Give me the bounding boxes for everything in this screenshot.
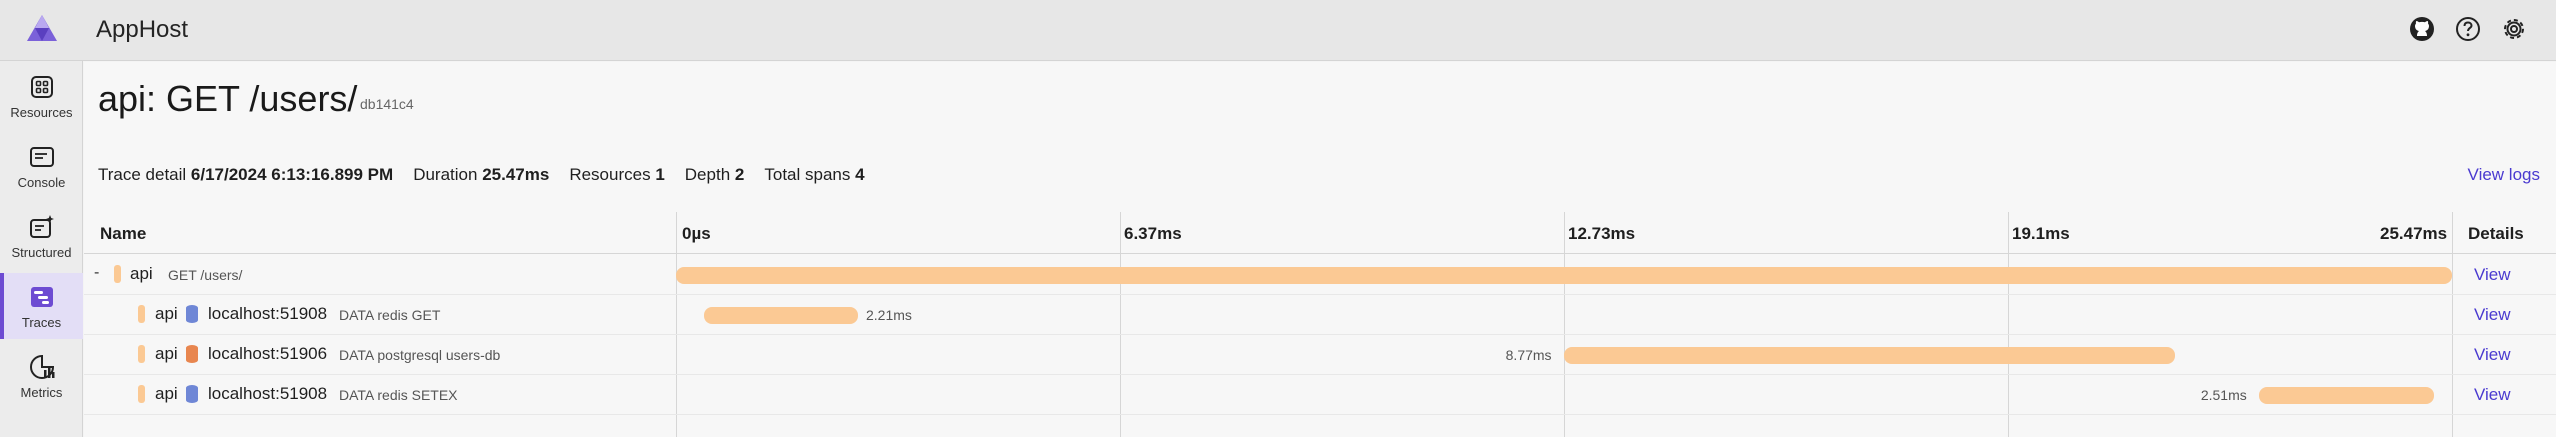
redis-database-icon — [186, 385, 198, 403]
trace-detail-value: 6/17/2024 6:13:16.899 PM — [190, 165, 394, 184]
nav-item-console[interactable]: Console — [0, 133, 83, 199]
postgresql-database-icon — [186, 345, 198, 363]
span-duration-label: 8.77ms — [1505, 347, 1552, 363]
app-title[interactable]: AppHost — [96, 16, 188, 44]
summary-depth: Depth 2 — [685, 165, 745, 185]
view-span-button[interactable]: View — [2474, 265, 2511, 285]
nav-item-metrics[interactable]: Metrics — [0, 343, 83, 409]
span-service: api — [155, 344, 178, 363]
resource-color-swatch — [138, 305, 145, 323]
trace-id: db141c4 — [360, 96, 414, 112]
spans-grid: Name 0µs 6.37ms 12.73ms 19.1ms 25.47ms D… — [84, 212, 2556, 437]
summary-trace-detail: Trace detail 6/17/2024 6:13:16.899 PM — [98, 165, 393, 185]
span-bar[interactable] — [2258, 387, 2434, 404]
span-description: GET /users/ — [168, 267, 243, 283]
traces-icon — [30, 287, 53, 307]
summary-resources: Resources 1 — [569, 165, 664, 185]
duration-label: Duration — [413, 165, 478, 184]
resource-color-swatch — [114, 265, 121, 283]
depth-value: 2 — [734, 165, 745, 184]
tick-label: 0µs — [682, 224, 711, 243]
span-duration-label: 2.21ms — [865, 307, 912, 323]
resources-value: 1 — [655, 165, 665, 184]
trace-summary: Trace detail 6/17/2024 6:13:16.899 PM Du… — [98, 165, 865, 185]
summary-duration: Duration 25.47ms — [413, 165, 549, 185]
total-spans-value: 4 — [855, 165, 865, 184]
view-span-button[interactable]: View — [2474, 385, 2511, 405]
page-title: api: GET /users/ — [98, 78, 358, 119]
grid-header: Name 0µs 6.37ms 12.73ms 19.1ms 25.47ms D… — [84, 212, 2556, 254]
collapse-toggle[interactable]: - — [94, 264, 99, 282]
github-icon[interactable] — [2408, 15, 2436, 43]
console-icon — [29, 147, 54, 167]
view-span-button[interactable]: View — [2474, 345, 2511, 365]
summary-total-spans: Total spans 4 — [764, 165, 864, 185]
span-peer: localhost:51908 — [208, 384, 328, 403]
nav-label-structured: Structured — [11, 245, 72, 260]
tick-label: 25.47ms — [2380, 224, 2448, 243]
nav-item-structured[interactable]: Structured — [0, 203, 83, 269]
span-row[interactable]: api localhost:51908 DATA redis GET 2.21m… — [84, 295, 2556, 335]
span-row[interactable]: api localhost:51908 DATA redis SETEX 2.5… — [84, 375, 2556, 415]
trace-detail-page: api: GET /users/ db141c4 Trace detail 6/… — [84, 62, 2556, 437]
span-description: DATA redis SETEX — [339, 387, 458, 403]
tick-label: 6.37ms — [1124, 224, 1182, 243]
span-peer: localhost:51908 — [208, 304, 328, 323]
trace-detail-label: Trace detail — [98, 165, 187, 184]
redis-database-icon — [186, 305, 198, 323]
nav-label-console: Console — [17, 175, 66, 190]
total-spans-label: Total spans — [764, 165, 851, 184]
nav-label-metrics: Metrics — [20, 385, 63, 400]
tick-label: 19.1ms — [2012, 224, 2070, 243]
nav-label-resources: Resources — [10, 105, 73, 120]
nav-label-traces: Traces — [21, 315, 62, 330]
span-description: DATA redis GET — [339, 307, 441, 323]
structured-logs-icon — [29, 215, 54, 238]
top-header: AppHost — [0, 0, 2556, 61]
resources-icon — [30, 76, 53, 98]
span-duration-label: 2.51ms — [2200, 387, 2247, 403]
span-bar[interactable] — [703, 307, 858, 324]
aspire-logo-icon[interactable] — [26, 14, 58, 42]
span-bar[interactable] — [676, 267, 2452, 284]
settings-icon[interactable] — [2500, 15, 2528, 43]
side-nav: Resources Console Structured Traces Metr… — [0, 61, 83, 437]
span-service: api — [130, 264, 153, 283]
depth-label: Depth — [684, 165, 731, 184]
details-column-header[interactable]: Details — [2468, 224, 2524, 244]
resource-color-swatch — [138, 345, 145, 363]
nav-item-resources[interactable]: Resources — [0, 63, 83, 129]
span-service: api — [155, 384, 178, 403]
help-icon[interactable] — [2454, 15, 2482, 43]
span-bar[interactable] — [1563, 347, 2176, 364]
span-row[interactable]: api localhost:51906 DATA postgresql user… — [84, 335, 2556, 375]
name-column-header[interactable]: Name — [100, 224, 146, 244]
nav-item-traces[interactable]: Traces — [0, 273, 83, 339]
span-row[interactable]: - api GET /users/ View — [84, 255, 2556, 295]
view-logs-link[interactable]: View logs — [2468, 165, 2540, 185]
resources-label: Resources — [569, 165, 651, 184]
span-service: api — [155, 304, 178, 323]
metrics-icon — [29, 354, 54, 379]
view-span-button[interactable]: View — [2474, 305, 2511, 325]
resource-color-swatch — [138, 385, 145, 403]
tick-label: 12.73ms — [1568, 224, 1636, 243]
span-description: DATA postgresql users-db — [339, 347, 501, 363]
span-peer: localhost:51906 — [208, 344, 328, 363]
duration-value: 25.47ms — [482, 165, 550, 184]
